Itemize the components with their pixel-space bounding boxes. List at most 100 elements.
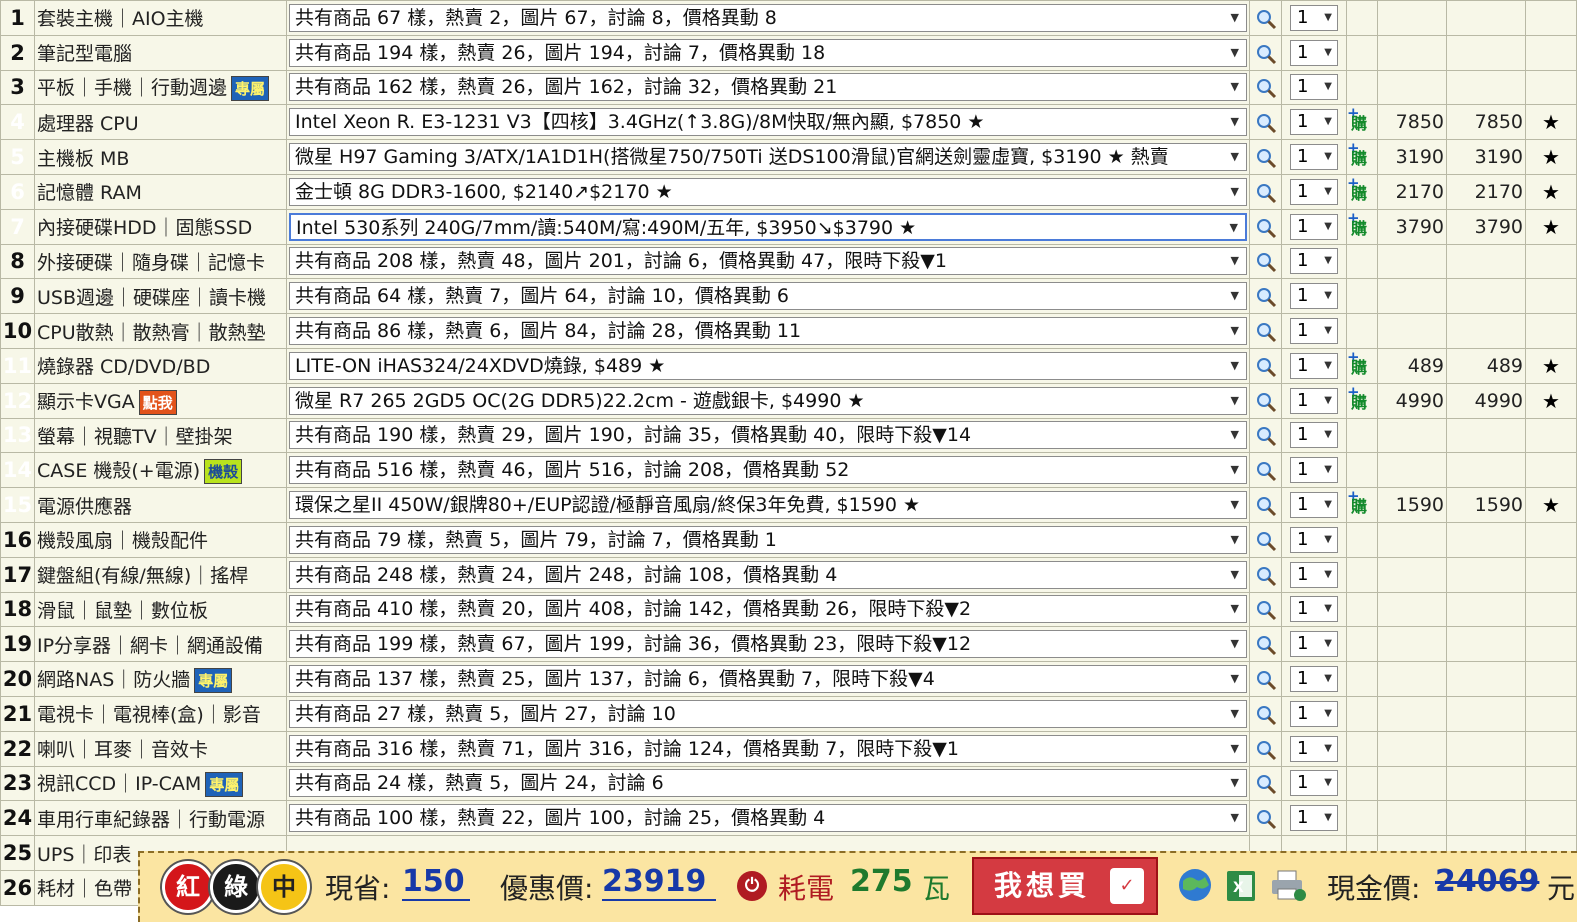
search-icon[interactable]	[1251, 634, 1281, 656]
category-link[interactable]: 顯示卡VGA	[37, 391, 135, 413]
search-icon[interactable]	[1251, 391, 1281, 413]
category-link[interactable]: 記憶體 RAM	[37, 182, 142, 204]
quantity-select[interactable]: 1 ▼	[1290, 318, 1338, 345]
add-to-cart-button[interactable]: + 購	[1348, 384, 1372, 411]
search-icon[interactable]	[1251, 739, 1281, 761]
search-icon[interactable]	[1251, 77, 1281, 99]
category-link[interactable]: 機殼風扇｜機殼配件	[37, 530, 208, 552]
red-filter-button[interactable]: 紅	[162, 861, 214, 913]
product-select[interactable]: LITE-ON iHAS324/24XDVD燒錄, $489 ★ ▼	[289, 351, 1247, 380]
product-select[interactable]: Intel Xeon R. E3-1231 V3【四核】3.4GHz(↑3.8G…	[289, 108, 1247, 137]
search-icon[interactable]	[1251, 251, 1281, 273]
quantity-select[interactable]: 1 ▼	[1290, 805, 1338, 832]
search-icon[interactable]	[1251, 182, 1281, 204]
category-link[interactable]: 網路NAS｜防火牆	[37, 669, 190, 691]
search-icon[interactable]	[1251, 773, 1281, 795]
quantity-select[interactable]: 1 ▼	[1290, 213, 1338, 240]
category-link[interactable]: 筆記型電腦	[37, 43, 132, 65]
category-link[interactable]: 電視卡｜電視棒(盒)｜影音	[37, 704, 261, 726]
category-link[interactable]: 平板｜手機｜行動週邊	[37, 77, 227, 99]
category-link[interactable]: 燒錄器 CD/DVD/BD	[37, 356, 210, 378]
quantity-select[interactable]: 1 ▼	[1290, 457, 1338, 484]
excel-icon[interactable]: X	[1221, 865, 1261, 905]
add-to-cart-button[interactable]: + 購	[1348, 489, 1372, 516]
search-icon[interactable]	[1251, 286, 1281, 308]
search-icon[interactable]	[1251, 217, 1281, 239]
category-badge[interactable]: 機殼	[204, 459, 243, 485]
product-select[interactable]: 共有商品 248 樣，熱賣 24，圖片 248，討論 108，價格異動 4 ▼	[289, 560, 1247, 589]
category-link[interactable]: 處理器 CPU	[37, 113, 139, 135]
quantity-select[interactable]: 1 ▼	[1290, 39, 1338, 66]
category-link[interactable]: 外接硬碟｜隨身碟｜記憶卡	[37, 252, 265, 274]
quantity-select[interactable]: 1 ▼	[1290, 352, 1338, 379]
search-icon[interactable]	[1251, 43, 1281, 65]
product-select[interactable]: 共有商品 194 樣，熱賣 26，圖片 194，討論 7，價格異動 18 ▼	[289, 38, 1247, 67]
category-link[interactable]: 內接硬碟HDD｜固態SSD	[37, 217, 252, 239]
product-select[interactable]: 共有商品 86 樣，熱賣 6，圖片 84，討論 28，價格異動 11 ▼	[289, 317, 1247, 346]
quantity-select[interactable]: 1 ▼	[1290, 422, 1338, 449]
search-icon[interactable]	[1251, 321, 1281, 343]
category-badge[interactable]: 專屬	[231, 76, 270, 102]
quantity-select[interactable]: 1 ▼	[1290, 144, 1338, 171]
category-link[interactable]: 滑鼠｜鼠墊｜數位板	[37, 600, 208, 622]
add-to-cart-button[interactable]: + 購	[1348, 175, 1372, 202]
quantity-select[interactable]: 1 ▼	[1290, 109, 1338, 136]
category-link[interactable]: UPS｜印表	[37, 844, 131, 866]
category-link[interactable]: 套裝主機｜AIO主機	[37, 8, 204, 30]
category-link[interactable]: USB週邊｜硬碟座｜讀卡機	[37, 287, 266, 309]
category-link[interactable]: 螢幕｜視聽TV｜壁掛架	[37, 426, 233, 448]
quantity-select[interactable]: 1 ▼	[1290, 700, 1338, 727]
product-select[interactable]: 微星 H97 Gaming 3/ATX/1A1D1H(搭微星750/750Ti …	[289, 143, 1247, 172]
quantity-select[interactable]: 1 ▼	[1290, 248, 1338, 275]
category-link[interactable]: 耗材｜色帶	[37, 878, 132, 900]
quantity-select[interactable]: 1 ▼	[1290, 735, 1338, 762]
search-icon[interactable]	[1251, 460, 1281, 482]
quantity-select[interactable]: 1 ▼	[1290, 561, 1338, 588]
product-select[interactable]: 環保之星II 450W/銀牌80+/EUP認證/極靜音風扇/終保3年免費, $1…	[289, 491, 1247, 520]
search-icon[interactable]	[1251, 8, 1281, 30]
product-select[interactable]: 共有商品 27 樣，熱賣 5，圖片 27，討論 10 ▼	[289, 699, 1247, 728]
category-badge[interactable]: 專屬	[205, 772, 244, 798]
product-select[interactable]: 共有商品 100 樣，熱賣 22，圖片 100，討論 25，價格異動 4 ▼	[289, 804, 1247, 833]
category-link[interactable]: 鍵盤組(有線/無線)｜搖桿	[37, 565, 248, 587]
product-select[interactable]: 共有商品 137 樣，熱賣 25，圖片 137，討論 6，價格異動 7，限時下殺…	[289, 665, 1247, 694]
quantity-select[interactable]: 1 ▼	[1290, 178, 1338, 205]
product-select[interactable]: 共有商品 208 樣，熱賣 48，圖片 201，討論 6，價格異動 47，限時下…	[289, 247, 1247, 276]
search-icon[interactable]	[1251, 495, 1281, 517]
category-link[interactable]: 視訊CCD｜IP-CAM	[37, 773, 201, 795]
category-link[interactable]: 主機板 MB	[37, 148, 129, 170]
product-select[interactable]: 共有商品 79 樣，熱賣 5，圖片 79，討論 7，價格異動 1 ▼	[289, 525, 1247, 554]
product-select[interactable]: 共有商品 67 樣，熱賣 2，圖片 67，討論 8，價格異動 8 ▼	[289, 3, 1247, 32]
product-select[interactable]: 金士頓 8G DDR3-1600, $2140↗$2170 ★ ▼	[289, 177, 1247, 206]
product-select[interactable]: 共有商品 190 樣，熱賣 29，圖片 190，討論 35，價格異動 40，限時…	[289, 421, 1247, 450]
want-buy-button[interactable]: 我想買 ✓	[972, 857, 1158, 915]
quantity-select[interactable]: 1 ▼	[1290, 666, 1338, 693]
product-select[interactable]: 微星 R7 265 2GD5 OC(2G DDR5)22.2cm - 遊戲銀卡,…	[289, 386, 1247, 415]
search-icon[interactable]	[1251, 808, 1281, 830]
category-link[interactable]: CPU散熱｜散熱膏｜散熱墊	[37, 322, 266, 344]
product-select[interactable]: 共有商品 64 樣，熱賣 7，圖片 64，討論 10，價格異動 6 ▼	[289, 282, 1247, 311]
add-to-cart-button[interactable]: + 購	[1348, 349, 1372, 376]
search-icon[interactable]	[1251, 356, 1281, 378]
add-to-cart-button[interactable]: + 購	[1348, 106, 1372, 133]
quantity-select[interactable]: 1 ▼	[1290, 596, 1338, 623]
mid-filter-button[interactable]: 中	[258, 861, 310, 913]
search-icon[interactable]	[1251, 147, 1281, 169]
quantity-select[interactable]: 1 ▼	[1290, 492, 1338, 519]
search-icon[interactable]	[1251, 425, 1281, 447]
category-badge[interactable]: 專屬	[194, 668, 233, 694]
search-icon[interactable]	[1251, 669, 1281, 691]
product-select[interactable]: 共有商品 162 樣，熱賣 26，圖片 162，討論 32，價格異動 21 ▼	[289, 73, 1247, 102]
quantity-select[interactable]: 1 ▼	[1290, 631, 1338, 658]
quantity-select[interactable]: 1 ▼	[1290, 387, 1338, 414]
search-icon[interactable]	[1251, 112, 1281, 134]
category-link[interactable]: CASE 機殼(+電源)	[37, 460, 200, 482]
search-icon[interactable]	[1251, 704, 1281, 726]
search-icon[interactable]	[1251, 530, 1281, 552]
quantity-select[interactable]: 1 ▼	[1290, 526, 1338, 553]
quantity-select[interactable]: 1 ▼	[1290, 283, 1338, 310]
product-select[interactable]: Intel 530系列 240G/7mm/讀:540M/寫:490M/五年, $…	[289, 212, 1247, 241]
product-select[interactable]: 共有商品 199 樣，熱賣 67，圖片 199，討論 36，價格異動 23，限時…	[289, 630, 1247, 659]
product-select[interactable]: 共有商品 24 樣，熱賣 5，圖片 24，討論 6 ▼	[289, 769, 1247, 798]
product-select[interactable]: 共有商品 410 樣，熱賣 20，圖片 408，討論 142，價格異動 26，限…	[289, 595, 1247, 624]
